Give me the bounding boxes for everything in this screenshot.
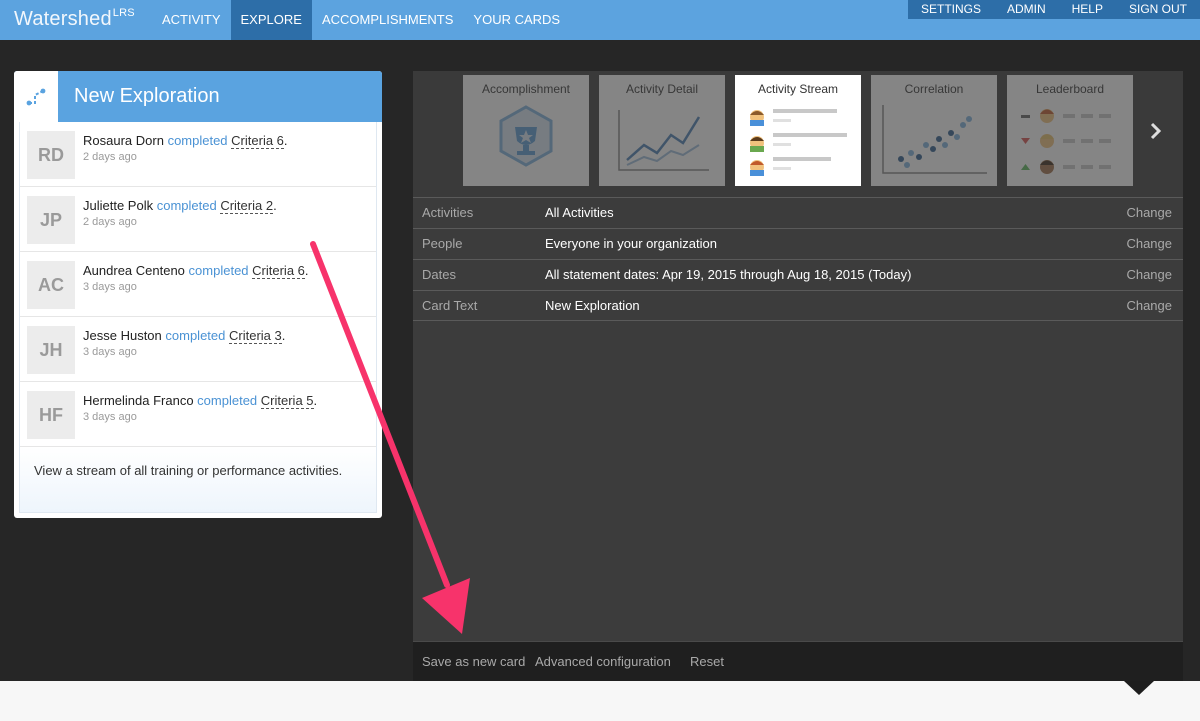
- nav-item-accomplishments[interactable]: ACCOMPLISHMENTS: [312, 0, 463, 40]
- help-link[interactable]: HELP: [1072, 0, 1103, 19]
- report-type-carousel: Accomplishment Activity Detail Activity …: [413, 71, 1183, 197]
- timestamp: 3 days ago: [83, 346, 137, 358]
- object-link[interactable]: Criteria 6: [231, 133, 284, 149]
- line-chart-icon: [618, 110, 709, 171]
- main-nav: ACTIVITY EXPLORE ACCOMPLISHMENTS YOUR CA…: [152, 0, 570, 40]
- activity-stream-icon: [750, 109, 847, 176]
- stream-statement: Rosaura Dorn completed Criteria 6.: [83, 133, 288, 149]
- avatar: JH: [27, 326, 75, 374]
- exploration-card-preview: New Exploration RD Rosaura Dorn complete…: [14, 71, 382, 518]
- verb-link[interactable]: completed: [189, 263, 249, 278]
- logo-name: Watershed: [14, 8, 112, 30]
- leaderboard-icon: [1021, 109, 1111, 174]
- settings-link[interactable]: SETTINGS: [921, 0, 981, 19]
- stream-item: RD Rosaura Dorn completed Criteria 6. 2 …: [20, 122, 376, 187]
- verb-link[interactable]: completed: [168, 133, 228, 148]
- watershed-logo[interactable]: WatershedLRS: [14, 7, 135, 31]
- panel-footer: Save as new card Advanced configuration …: [413, 641, 1183, 681]
- exploration-config-panel: Accomplishment Activity Detail Activity …: [413, 71, 1183, 681]
- verb-link[interactable]: completed: [197, 393, 257, 408]
- setting-value: New Exploration: [545, 298, 640, 313]
- card-header: New Exploration: [14, 71, 382, 122]
- report-type-activity-stream[interactable]: Activity Stream: [735, 75, 861, 186]
- stream-item: JP Juliette Polk completed Criteria 2. 2…: [20, 187, 376, 252]
- nav-item-your-cards[interactable]: YOUR CARDS: [463, 0, 570, 40]
- actor-name: Aundrea Centeno: [83, 263, 185, 278]
- actor-name: Rosaura Dorn: [83, 133, 164, 148]
- punctuation: .: [304, 263, 309, 278]
- change-people-link[interactable]: Change: [1126, 236, 1172, 251]
- change-card-text-link[interactable]: Change: [1126, 298, 1172, 313]
- card-description: View a stream of all training or perform…: [20, 447, 376, 512]
- stream-statement: Juliette Polk completed Criteria 2.: [83, 198, 277, 214]
- verb-link[interactable]: completed: [157, 198, 217, 213]
- avatar: HF: [27, 391, 75, 439]
- punctuation: .: [281, 328, 286, 343]
- system-nav: SETTINGS ADMIN HELP SIGN OUT: [908, 0, 1200, 19]
- stream-item: JH Jesse Huston completed Criteria 3. 3 …: [20, 317, 376, 382]
- report-type-leaderboard[interactable]: Leaderboard: [1007, 75, 1133, 186]
- top-nav-bar: WatershedLRS ACTIVITY EXPLORE ACCOMPLISH…: [0, 0, 1200, 40]
- report-type-accomplishment[interactable]: Accomplishment: [463, 75, 589, 186]
- trophy-hex-icon: [499, 105, 553, 167]
- punctuation: .: [273, 198, 277, 213]
- punctuation: .: [283, 133, 288, 148]
- avatar: JP: [27, 196, 75, 244]
- setting-label: Activities: [422, 205, 474, 220]
- admin-link[interactable]: ADMIN: [1007, 0, 1046, 19]
- stream-item: AC Aundrea Centeno completed Criteria 6.…: [20, 252, 376, 317]
- stream-statement: Jesse Huston completed Criteria 3.: [83, 328, 286, 344]
- object-link[interactable]: Criteria 3: [229, 328, 282, 344]
- object-link[interactable]: Criteria 6: [252, 263, 305, 279]
- report-type-correlation[interactable]: Correlation: [871, 75, 997, 186]
- timestamp: 3 days ago: [83, 281, 137, 293]
- card-title: New Exploration: [74, 85, 220, 107]
- timestamp: 3 days ago: [83, 411, 137, 423]
- stream-statement: Aundrea Centeno completed Criteria 6.: [83, 263, 309, 279]
- change-dates-link[interactable]: Change: [1126, 267, 1172, 282]
- setting-row-dates: Dates All statement dates: Apr 19, 2015 …: [413, 259, 1183, 290]
- nav-item-explore[interactable]: EXPLORE: [230, 0, 312, 40]
- reset-link[interactable]: Reset: [690, 654, 724, 669]
- setting-label: Dates: [422, 267, 456, 282]
- report-type-activity-detail[interactable]: Activity Detail: [599, 75, 725, 186]
- setting-value: All statement dates: Apr 19, 2015 throug…: [545, 267, 912, 282]
- setting-row-people: People Everyone in your organization Cha…: [413, 228, 1183, 259]
- avatar: AC: [27, 261, 75, 309]
- verb-link[interactable]: completed: [165, 328, 225, 343]
- change-activities-link[interactable]: Change: [1126, 205, 1172, 220]
- timestamp: 2 days ago: [83, 216, 137, 228]
- setting-value: Everyone in your organization: [545, 236, 717, 251]
- setting-label: People: [422, 236, 463, 251]
- scatter-plot-icon: [882, 105, 987, 174]
- stream-statement: Hermelinda Franco completed Criteria 5.: [83, 393, 318, 409]
- actor-name: Juliette Polk: [83, 198, 154, 213]
- object-link[interactable]: Criteria 2: [220, 198, 274, 214]
- panel-pointer: [1124, 681, 1154, 695]
- advanced-configuration-link[interactable]: Advanced configuration: [535, 654, 671, 669]
- save-as-new-card-link[interactable]: Save as new card: [422, 654, 525, 669]
- exploration-settings: Activities All Activities Change People …: [413, 197, 1183, 321]
- punctuation: .: [313, 393, 318, 408]
- logo-suffix: LRS: [112, 7, 135, 19]
- chevron-right-icon[interactable]: [1149, 121, 1169, 145]
- stream-item: HF Hermelinda Franco completed Criteria …: [20, 382, 376, 447]
- page-bottom-strip: [0, 681, 1200, 721]
- sign-out-link[interactable]: SIGN OUT: [1129, 0, 1187, 19]
- timestamp: 2 days ago: [83, 151, 137, 163]
- actor-name: Hermelinda Franco: [83, 393, 194, 408]
- setting-row-activities: Activities All Activities Change: [413, 197, 1183, 228]
- actor-name: Jesse Huston: [83, 328, 162, 343]
- explore-flow-icon: [14, 71, 58, 122]
- setting-row-card-text: Card Text New Exploration Change: [413, 290, 1183, 321]
- avatar: RD: [27, 131, 75, 179]
- setting-label: Card Text: [422, 298, 478, 313]
- activity-stream-list: RD Rosaura Dorn completed Criteria 6. 2 …: [19, 122, 377, 513]
- object-link[interactable]: Criteria 5: [260, 393, 314, 409]
- setting-value: All Activities: [545, 205, 614, 220]
- nav-item-activity[interactable]: ACTIVITY: [152, 0, 231, 40]
